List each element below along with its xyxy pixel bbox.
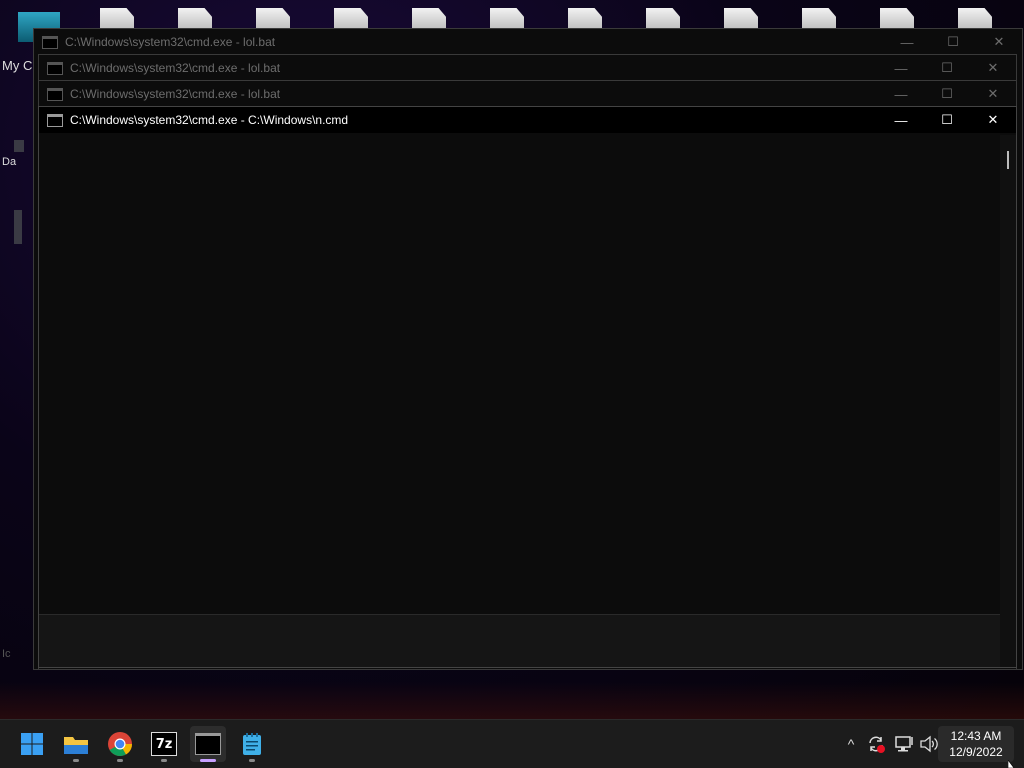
- 7zip-icon: 7z: [151, 732, 177, 756]
- close-button[interactable]: ✕: [970, 55, 1016, 81]
- taskbar-7zip[interactable]: 7z: [146, 726, 182, 762]
- file-icon[interactable]: [568, 8, 602, 30]
- minimize-button[interactable]: —: [878, 55, 924, 81]
- cmd-icon: [42, 35, 58, 49]
- file-icon[interactable]: [490, 8, 524, 30]
- file-icon[interactable]: [646, 8, 680, 30]
- sync-status-button[interactable]: [864, 720, 888, 768]
- file-icon[interactable]: [724, 8, 758, 30]
- minimize-button[interactable]: —: [878, 107, 924, 133]
- notepad-icon: [243, 733, 261, 755]
- chevron-up-icon: ^: [847, 736, 855, 752]
- network-button[interactable]: [892, 720, 916, 768]
- window-title: C:\Windows\system32\cmd.exe - lol.bat: [65, 35, 276, 49]
- taskbar-notepad[interactable]: [234, 726, 270, 762]
- volume-icon: [920, 735, 938, 753]
- file-icon[interactable]: [256, 8, 290, 30]
- file-icon[interactable]: [412, 8, 446, 30]
- windows-start-icon: [21, 733, 43, 755]
- start-button[interactable]: [14, 726, 50, 762]
- vertical-scrollbar[interactable]: [1000, 135, 1016, 667]
- window-title: C:\Windows\system32\cmd.exe - lol.bat: [70, 87, 281, 101]
- chrome-icon: [108, 732, 132, 757]
- cmd-icon: [47, 87, 63, 101]
- taskbar-command-prompt[interactable]: [190, 726, 226, 762]
- console-lower-area: [39, 614, 1000, 667]
- file-icon[interactable]: [334, 8, 368, 30]
- title-bar[interactable]: C:\Windows\system32\cmd.exe - lol.bat — …: [39, 81, 1016, 107]
- running-indicator: [249, 759, 255, 762]
- terminal-icon: [195, 733, 221, 755]
- running-indicator: [117, 759, 123, 762]
- cmd-icon: [47, 113, 63, 127]
- taskbar: 7z ^ 12:43 AM 12/9/2022: [0, 719, 1024, 768]
- desktop-icon-fragment: [14, 210, 22, 244]
- file-icon[interactable]: [880, 8, 914, 30]
- desktop-glow: [0, 682, 1024, 722]
- scrollbar-thumb[interactable]: [1007, 151, 1009, 169]
- clock-time: 12:43 AM: [950, 729, 1002, 743]
- desktop-label-data: Da: [2, 156, 17, 168]
- close-button[interactable]: ✕: [970, 107, 1016, 133]
- window-title: C:\Windows\system32\cmd.exe - C:\Windows…: [70, 113, 349, 127]
- show-hidden-icons-button[interactable]: ^: [840, 720, 862, 768]
- taskbar-file-explorer[interactable]: [58, 726, 94, 762]
- sync-error-icon: [869, 736, 885, 753]
- volume-button[interactable]: [918, 720, 940, 768]
- cmd-window-n-cmd[interactable]: C:\Windows\system32\cmd.exe - C:\Windows…: [38, 106, 1017, 668]
- title-bar[interactable]: C:\Windows\system32\cmd.exe - lol.bat — …: [34, 29, 1022, 55]
- clock-button[interactable]: 12:43 AM 12/9/2022: [938, 726, 1014, 762]
- taskbar-chrome[interactable]: [102, 726, 138, 762]
- active-indicator: [200, 759, 216, 762]
- console-output[interactable]: [39, 135, 1000, 615]
- desktop-icon-fragment: [14, 140, 24, 152]
- running-indicator: [73, 759, 79, 762]
- close-button[interactable]: ✕: [970, 81, 1016, 107]
- minimize-button[interactable]: —: [878, 81, 924, 107]
- clock-date: 12/9/2022: [949, 745, 1003, 759]
- file-icon[interactable]: [802, 8, 836, 30]
- maximize-button[interactable]: ☐: [924, 107, 970, 133]
- file-icon[interactable]: [958, 8, 992, 30]
- title-bar[interactable]: C:\Windows\system32\cmd.exe - lol.bat — …: [39, 55, 1016, 81]
- mouse-cursor-icon: [1008, 760, 1015, 768]
- maximize-button[interactable]: ☐: [930, 29, 976, 55]
- maximize-button[interactable]: ☐: [924, 81, 970, 107]
- window-title: C:\Windows\system32\cmd.exe - lol.bat: [70, 61, 281, 75]
- 7zip-label: 7z: [155, 736, 173, 752]
- desktop-label-ic: Ic: [2, 648, 11, 660]
- network-icon: [895, 736, 913, 752]
- desktop-label-my-computer: My C: [2, 58, 33, 73]
- title-bar[interactable]: C:\Windows\system32\cmd.exe - C:\Windows…: [39, 107, 1016, 133]
- maximize-button[interactable]: ☐: [924, 55, 970, 81]
- folder-icon: [64, 737, 88, 754]
- minimize-button[interactable]: —: [884, 29, 930, 55]
- cmd-icon: [47, 61, 63, 75]
- file-icon[interactable]: [178, 8, 212, 30]
- running-indicator: [161, 759, 167, 762]
- close-button[interactable]: ✕: [976, 29, 1022, 55]
- file-icon[interactable]: [100, 8, 134, 30]
